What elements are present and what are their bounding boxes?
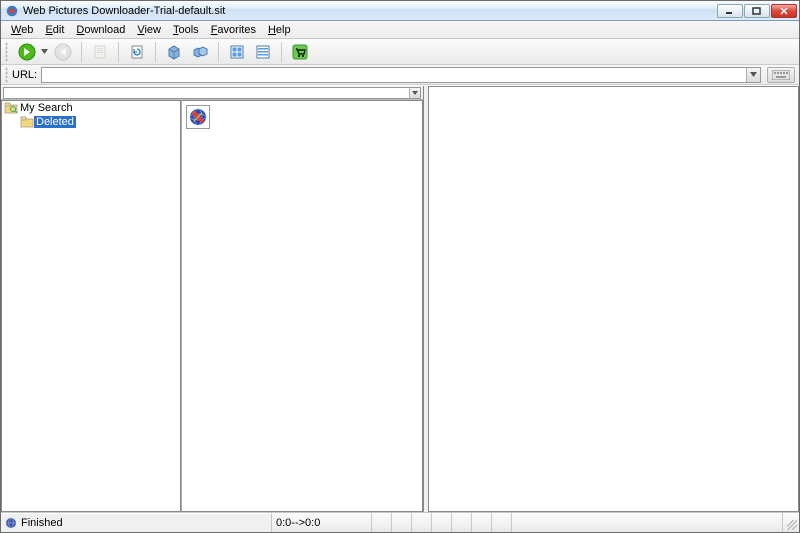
url-label: URL:: [12, 69, 37, 81]
menubar: Web Edit Download View Tools Favorites H…: [1, 21, 799, 39]
close-button[interactable]: [771, 4, 797, 18]
statusbar: Finished 0:0-->0:0: [1, 512, 799, 532]
buy-button[interactable]: [288, 41, 312, 63]
status-slot-7: [492, 513, 512, 532]
go-dropdown[interactable]: [40, 41, 48, 63]
keyboard-button[interactable]: [767, 67, 795, 83]
main-area: My Search Deleted: [1, 85, 799, 512]
status-globe-icon: [5, 517, 17, 529]
app-window: Web Pictures Downloader-Trial-default.si…: [0, 0, 800, 533]
tree-root[interactable]: My Search: [2, 101, 180, 115]
menu-tools[interactable]: Tools: [167, 23, 205, 37]
app-icon: [5, 4, 19, 18]
status-slot-4: [432, 513, 452, 532]
tree-root-label: My Search: [18, 102, 75, 114]
resize-grip[interactable]: [783, 513, 799, 532]
menu-edit[interactable]: Edit: [39, 23, 70, 37]
tree-deleted-label: Deleted: [34, 116, 76, 128]
status-slot-6: [472, 513, 492, 532]
tree-deleted[interactable]: Deleted: [2, 115, 180, 129]
go-button[interactable]: [15, 41, 39, 63]
status-time: 0:0-->0:0: [272, 513, 372, 532]
details-view-button[interactable]: [251, 41, 275, 63]
tree-view[interactable]: My Search Deleted: [1, 100, 181, 512]
titlebar[interactable]: Web Pictures Downloader-Trial-default.si…: [1, 1, 799, 21]
refresh-button[interactable]: [125, 41, 149, 63]
stop-button[interactable]: [88, 41, 112, 63]
back-button[interactable]: [51, 41, 75, 63]
status-slot-5: [452, 513, 472, 532]
sub-urlbar: [1, 86, 423, 100]
status-slot-3: [412, 513, 432, 532]
images-box-button[interactable]: [162, 41, 186, 63]
status-slot-1: [372, 513, 392, 532]
search-folder-icon: [4, 102, 18, 114]
deleted-folder-icon: [20, 116, 34, 128]
preview-pane[interactable]: [428, 86, 799, 512]
menu-help[interactable]: Help: [262, 23, 297, 37]
status-text: Finished: [21, 517, 63, 529]
status-main: Finished: [1, 513, 272, 532]
status-slot-2: [392, 513, 412, 532]
urlbar-grip[interactable]: [5, 67, 8, 83]
urlbar: URL:: [1, 65, 799, 85]
maximize-button[interactable]: [744, 4, 770, 18]
thumbnails-view-button[interactable]: [225, 41, 249, 63]
url-input[interactable]: [42, 68, 746, 82]
globe-icon: [188, 107, 208, 127]
menu-view[interactable]: View: [131, 23, 167, 37]
minimize-button[interactable]: [717, 4, 743, 18]
images-box2-button[interactable]: [188, 41, 212, 63]
menu-download[interactable]: Download: [70, 23, 131, 37]
list-item[interactable]: [186, 105, 210, 129]
status-flex: [512, 513, 783, 532]
left-pane: My Search Deleted: [1, 86, 424, 512]
sub-url-dropdown[interactable]: [409, 88, 420, 98]
url-dropdown[interactable]: [746, 68, 760, 82]
url-combo[interactable]: [41, 67, 761, 83]
menu-web[interactable]: Web: [5, 23, 39, 37]
menu-favorites[interactable]: Favorites: [205, 23, 262, 37]
sub-url-input[interactable]: [4, 88, 409, 98]
toolbar-grip[interactable]: [5, 42, 8, 62]
toolbar: [1, 39, 799, 65]
list-view[interactable]: [181, 100, 423, 512]
window-title: Web Pictures Downloader-Trial-default.si…: [23, 5, 716, 17]
sub-url-combo[interactable]: [3, 87, 421, 99]
